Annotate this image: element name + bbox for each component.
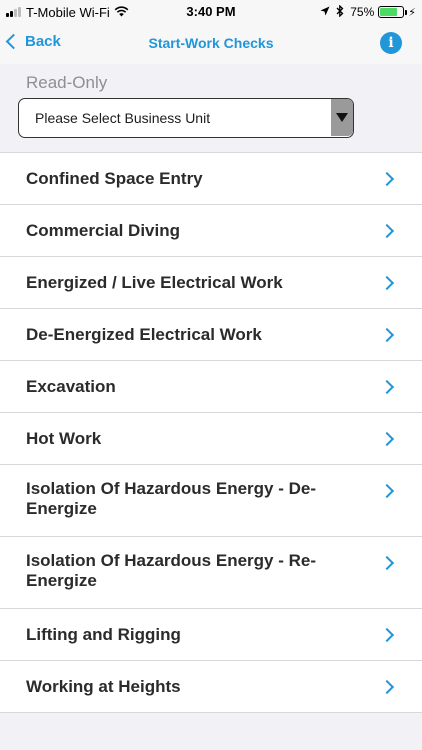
chevron-right-icon <box>379 627 395 643</box>
chevron-right-icon <box>379 431 395 447</box>
list-item-label: Commercial Diving <box>26 221 180 240</box>
chevron-right-icon <box>379 223 395 239</box>
navigation-bar: Back Start-Work Checks i <box>0 24 422 64</box>
list-item-commercial-diving[interactable]: Commercial Diving <box>0 205 422 257</box>
list-item-isolation-re-energize[interactable]: Isolation Of Hazardous Energy - Re-Energ… <box>0 537 422 609</box>
chevron-right-icon <box>379 171 395 187</box>
list-item-label: Working at Heights <box>26 677 181 696</box>
list-item-label: Energized / Live Electrical Work <box>26 273 283 292</box>
list-item-isolation-de-energize[interactable]: Isolation Of Hazardous Energy - De-Energ… <box>0 465 422 537</box>
list-item-label: Isolation Of Hazardous Energy - De-Energ… <box>26 479 316 518</box>
work-check-list: Confined Space Entry Commercial Diving E… <box>0 152 422 713</box>
list-item-label: Lifting and Rigging <box>26 625 181 644</box>
battery-icon <box>378 6 408 18</box>
read-only-label: Read-Only <box>26 73 108 92</box>
chevron-right-icon <box>379 379 395 395</box>
list-item-label: Isolation Of Hazardous Energy - Re-Energ… <box>26 551 316 590</box>
list-item-working-at-heights[interactable]: Working at Heights <box>0 661 422 713</box>
info-icon[interactable]: i <box>380 32 402 54</box>
location-icon <box>320 5 330 19</box>
chevron-right-icon <box>379 327 395 343</box>
chevron-right-icon <box>379 555 395 571</box>
business-unit-select-value: Please Select Business Unit <box>35 110 211 126</box>
chevron-right-icon <box>379 275 395 291</box>
chevron-right-icon <box>379 679 395 695</box>
dropdown-arrow-icon[interactable] <box>331 99 353 136</box>
list-item-lifting-and-rigging[interactable]: Lifting and Rigging <box>0 609 422 661</box>
business-unit-select[interactable]: Please Select Business Unit <box>18 98 354 138</box>
chevron-right-icon <box>379 483 395 499</box>
list-item-label: Hot Work <box>26 429 102 448</box>
page-title: Start-Work Checks <box>148 35 274 51</box>
battery-percent: 75% <box>350 5 375 19</box>
list-item-label: De-Energized Electrical Work <box>26 325 262 344</box>
list-item-label: Excavation <box>26 377 116 396</box>
bluetooth-icon <box>336 4 344 20</box>
list-item-energized-live-electrical-work[interactable]: Energized / Live Electrical Work <box>0 257 422 309</box>
status-right: 75% ⚡ <box>314 4 416 20</box>
list-item-hot-work[interactable]: Hot Work <box>0 413 422 465</box>
list-item-confined-space-entry[interactable]: Confined Space Entry <box>0 153 422 205</box>
list-item-label: Confined Space Entry <box>26 169 203 188</box>
status-bar: T-Mobile Wi-Fi 3:40 PM 75% ⚡ <box>0 0 422 24</box>
list-item-excavation[interactable]: Excavation <box>0 361 422 413</box>
list-item-de-energized-electrical-work[interactable]: De-Energized Electrical Work <box>0 309 422 361</box>
charging-icon: ⚡ <box>408 6 416 19</box>
